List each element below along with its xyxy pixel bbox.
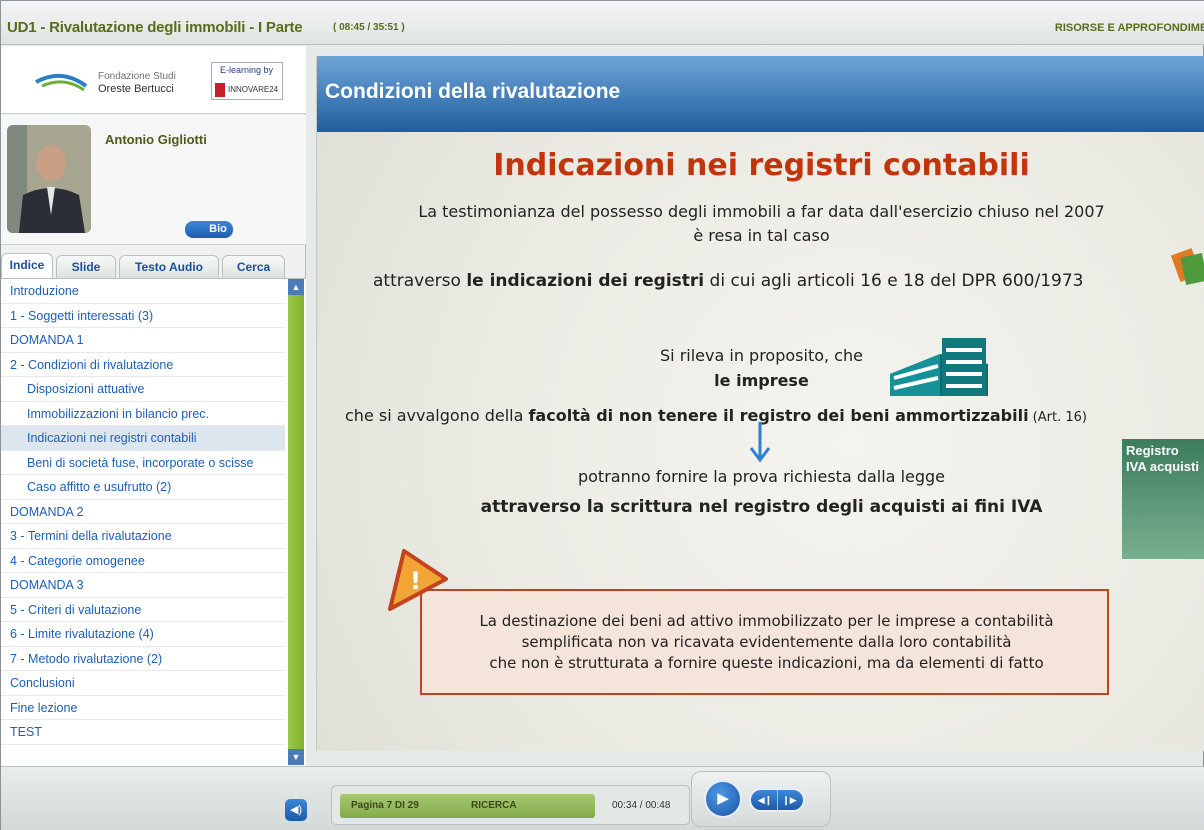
- index-item[interactable]: Fine lezione: [1, 696, 285, 720]
- brand-line1: Fondazione Studi: [98, 71, 176, 82]
- slide-text-line: è resa in tal caso: [693, 226, 830, 245]
- resources-link[interactable]: RISORSE E APPROFONDIMENTI: [1055, 22, 1204, 34]
- index-item[interactable]: 5 - Criteri di valutazione: [1, 598, 285, 622]
- index-item[interactable]: 7 - Metodo rivalutazione (2): [1, 647, 285, 671]
- index-scrollbar[interactable]: ▲ ▼: [288, 279, 304, 765]
- slide-section-title: Condizioni della rivalutazione: [325, 80, 621, 103]
- bio-button[interactable]: Bio: [185, 221, 233, 238]
- slide-area: Condizioni della rivalutazione Indicazio…: [316, 56, 1204, 751]
- tab-indice[interactable]: Indice: [1, 253, 53, 279]
- registro-line1: Registro: [1126, 443, 1179, 458]
- svg-text:!: !: [410, 567, 421, 595]
- partner-logo-top: E-learning by: [220, 65, 274, 75]
- slide-text-fragment: che si avvalgono della: [345, 406, 529, 425]
- slide-text-line: La testimonianza del possesso degli immo…: [418, 202, 1105, 221]
- search-link[interactable]: RICERCA: [471, 794, 517, 818]
- index-item[interactable]: 3 - Termini della rivalutazione: [1, 524, 285, 549]
- slide-text-line: attraverso le indicazioni dei registri d…: [373, 271, 1083, 291]
- player-bar: ◀) Pagina 7 DI 29 RICERCA 00:34 / 00:48 …: [1, 766, 1204, 830]
- slide-text-fragment: di cui agli articoli 16 e 18 del DPR 600…: [704, 271, 1084, 291]
- index-item[interactable]: DOMANDA 3: [1, 573, 285, 598]
- index-item[interactable]: 1 - Soggetti interessati (3): [1, 304, 285, 328]
- slide-text-line: attraverso la scrittura nel registro deg…: [480, 497, 1043, 517]
- slide-text-fragment: (Art. 16): [1028, 410, 1087, 425]
- speaker-panel: Antonio Gigliotti Bio: [1, 115, 306, 245]
- partner-logo-bottom: INNOVARE24: [215, 83, 279, 97]
- index-item[interactable]: Indicazioni nei registri contabili: [1, 426, 285, 451]
- index-item[interactable]: Caso affitto e usufrutto (2): [1, 475, 285, 500]
- brand-header: Fondazione Studi Oreste Bertucci E-learn…: [1, 46, 306, 114]
- index-item[interactable]: Beni di società fuse, incorporate o scis…: [1, 451, 285, 475]
- rewind-icon[interactable]: ◀❙: [753, 790, 777, 810]
- speaker-photo: [7, 125, 91, 233]
- sidebar-tabs: Indice Slide Testo Audio Cerca: [1, 253, 306, 279]
- slide-heading: Indicazioni nei registri contabili: [493, 148, 1030, 183]
- index-item[interactable]: Conclusioni: [1, 671, 285, 696]
- slide-text-line: Si rileva in proposito, che: [660, 346, 863, 365]
- slide-header: Condizioni della rivalutazione: [317, 56, 1204, 132]
- registro-iva-card: Registro IVA acquisti: [1122, 439, 1204, 559]
- speaker-portrait-icon: [7, 125, 91, 233]
- index-item[interactable]: DOMANDA 1: [1, 328, 285, 353]
- index-item[interactable]: DOMANDA 2: [1, 500, 285, 524]
- index-item[interactable]: Disposizioni attuative: [1, 377, 285, 402]
- slide-text-line: potranno fornire la prova richiesta dall…: [577, 467, 946, 486]
- note-line: che non è strutturata a fornire queste i…: [489, 654, 1044, 672]
- slide-text-fragment: attraverso: [373, 271, 467, 291]
- index-item[interactable]: 2 - Condizioni di rivalutazione: [1, 353, 285, 377]
- index-item[interactable]: TEST: [1, 720, 285, 745]
- warning-note: La destinazione dei beni ad attivo immob…: [420, 589, 1109, 695]
- course-time: ( 08:45 / 35:51 ): [333, 22, 405, 33]
- warning-note-text: La destinazione dei beni ad attivo immob…: [422, 611, 1111, 674]
- tab-cerca[interactable]: Cerca: [222, 255, 285, 278]
- elearning-player-window: UD1 - Rivalutazione degli immobili - I P…: [0, 0, 1204, 830]
- top-bar: UD1 - Rivalutazione degli immobili - I P…: [1, 1, 1204, 45]
- note-line: La destinazione dei beni ad attivo immob…: [479, 612, 1054, 630]
- volume-icon[interactable]: ◀): [285, 799, 307, 821]
- index-item[interactable]: Introduzione: [1, 279, 285, 304]
- playback-controls: ▶ ◀❙ ❙▶: [691, 771, 831, 827]
- scroll-down-icon[interactable]: ▼: [288, 749, 304, 765]
- progress-strip: Pagina 7 DI 29 RICERCA: [340, 794, 595, 818]
- brand-line2: Oreste Bertucci: [98, 83, 174, 95]
- index-list: Introduzione 1 - Soggetti interessati (3)…: [1, 278, 306, 766]
- registro-iva-label: Registro IVA acquisti: [1126, 443, 1204, 475]
- slide-text-emphasis: facoltà di non tenere il registro dei be…: [528, 406, 1029, 425]
- page-indicator: Pagina 7 DI 29: [351, 800, 419, 811]
- seek-controls: ◀❙ ❙▶: [749, 788, 805, 812]
- arrow-down-icon: [749, 422, 771, 462]
- play-icon[interactable]: ▶: [704, 780, 742, 818]
- sidebar: Fondazione Studi Oreste Bertucci E-learn…: [1, 46, 306, 766]
- slide-time: 00:34 / 00:48: [612, 800, 671, 811]
- index-item[interactable]: Immobilizzazioni in bilancio prec.: [1, 402, 285, 426]
- books-icon: [1170, 248, 1204, 285]
- slide-text-emphasis: le indicazioni dei registri: [466, 271, 705, 291]
- tab-slide[interactable]: Slide: [56, 255, 116, 278]
- index-item[interactable]: 6 - Limite rivalutazione (4): [1, 622, 285, 647]
- tab-testo-audio[interactable]: Testo Audio: [119, 255, 219, 278]
- speaker-name: Antonio Gigliotti: [105, 132, 207, 147]
- slide-text-line: che si avvalgono della facoltà di non te…: [345, 406, 1087, 425]
- note-line: semplificata non va ricavata evidentemen…: [521, 633, 1012, 651]
- status-panel: Pagina 7 DI 29 RICERCA 00:34 / 00:48: [331, 785, 690, 825]
- office-building-icon: [890, 338, 988, 396]
- forward-icon[interactable]: ❙▶: [777, 790, 801, 810]
- course-title: UD1 - Rivalutazione degli immobili - I P…: [7, 19, 303, 36]
- slide-text-line: le imprese: [714, 371, 809, 390]
- registro-line2: IVA acquisti: [1126, 459, 1199, 474]
- warning-icon: !: [388, 549, 448, 611]
- partner-logo: E-learning by INNOVARE24: [211, 62, 283, 100]
- index-item[interactable]: 4 - Categorie omogenee: [1, 549, 285, 573]
- scroll-up-icon[interactable]: ▲: [288, 279, 304, 295]
- brand-logo-icon: [35, 74, 88, 92]
